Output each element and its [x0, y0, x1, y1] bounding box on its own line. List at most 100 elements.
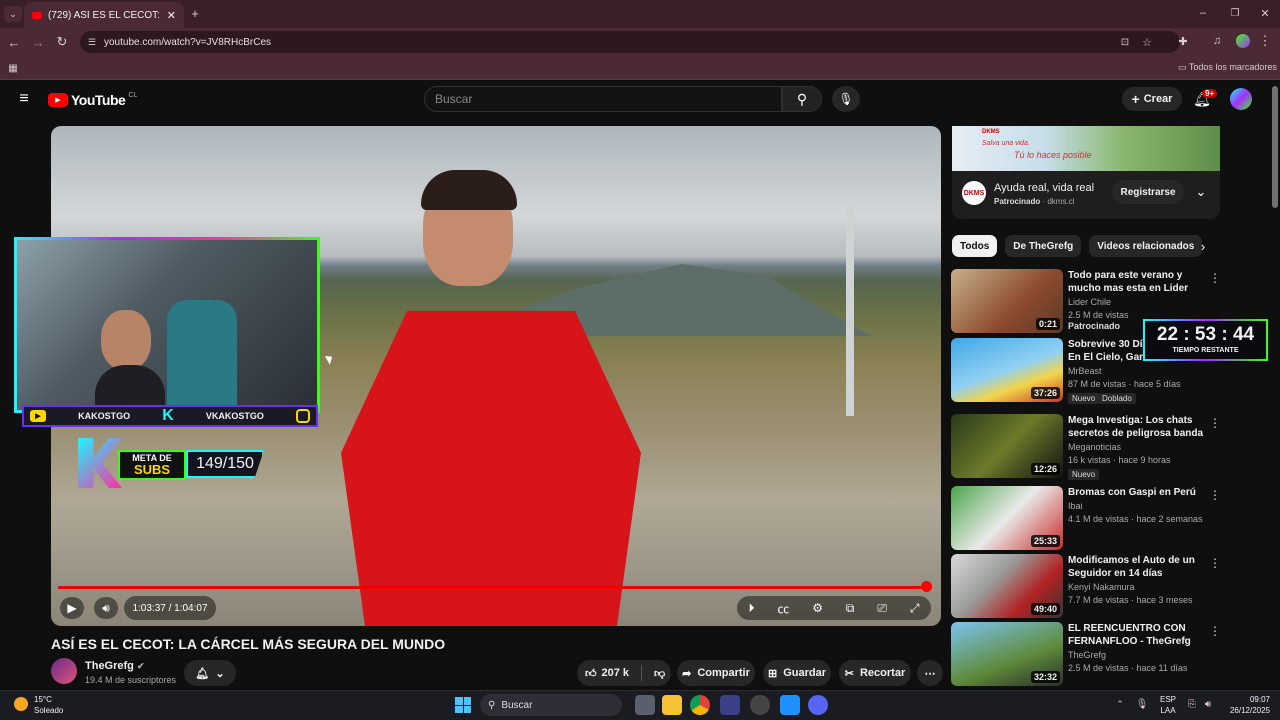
volume-button[interactable]: 🔊︎	[94, 597, 118, 619]
youtube-social-icon: ▶	[30, 410, 46, 422]
settings-gear-icon[interactable]: ⚙	[812, 601, 823, 615]
recommendation-item[interactable]: 32:32 EL REENCUENTRO CON FERNANFLOO - Th…	[951, 622, 1221, 686]
weather-sun-icon[interactable]	[14, 697, 28, 711]
site-info-icon[interactable]: ☰	[86, 35, 98, 49]
restore-icon[interactable]: ❐	[1228, 6, 1242, 20]
taskbar-search[interactable]: ⚲ Buscar	[480, 694, 622, 716]
recommendation-channel[interactable]: MrBeast	[1068, 366, 1102, 376]
subtitles-icon[interactable]: ㏄	[777, 600, 789, 617]
search-button[interactable]: ⚲	[782, 86, 822, 112]
more-actions-button[interactable]: ⋯	[917, 660, 943, 686]
share-button[interactable]: ➦ Compartir	[677, 660, 755, 686]
voice-search-button[interactable]: 🎙︎	[832, 86, 860, 112]
start-button[interactable]	[455, 697, 471, 713]
facebook-icon[interactable]	[780, 695, 800, 715]
channel-name-row[interactable]: TheGrefg ✔	[85, 660, 145, 672]
recommendation-title[interactable]: Bromas con Gaspi en Perú	[1068, 486, 1208, 499]
recommendation-title[interactable]: EL REENCUENTRO CON FERNANFLOO - TheGrefg	[1068, 622, 1208, 648]
video-thumbnail[interactable]: 12:26	[951, 414, 1063, 478]
ad-register-button[interactable]: Registrarse	[1112, 180, 1184, 204]
tab-list-icon[interactable]: ⌄	[4, 6, 22, 22]
tray-mic-icon[interactable]: 🎙︎	[1136, 697, 1149, 711]
chip-videos-relacionados[interactable]: Videos relacionados	[1089, 235, 1203, 257]
account-avatar[interactable]	[1230, 88, 1252, 110]
chrome-icon[interactable]	[690, 695, 710, 715]
task-view-icon[interactable]	[635, 695, 655, 715]
close-window-icon[interactable]: ✕	[1258, 6, 1272, 20]
progress-scrubber[interactable]	[921, 581, 932, 592]
install-app-icon[interactable]: ⊡	[1118, 35, 1132, 49]
apps-grid-icon[interactable]: ▦	[6, 61, 20, 75]
video-thumbnail[interactable]: 49:40	[951, 554, 1063, 618]
recommendation-title[interactable]: Mega Investiga: Los chats secretos de pe…	[1068, 414, 1208, 440]
ad-expand-chevron-icon[interactable]: ⌄	[1194, 184, 1208, 200]
more-vertical-icon[interactable]: ⋮	[1209, 271, 1221, 285]
chip-de-thegrefg[interactable]: De TheGrefg	[1005, 235, 1082, 257]
chips-next-icon[interactable]: ›	[1196, 239, 1210, 254]
recommendation-channel[interactable]: TheGrefg	[1068, 650, 1106, 660]
recommendation-channel[interactable]: Meganoticias	[1068, 442, 1121, 452]
browser-tab[interactable]: (729) ASÍ ES EL CECOT: LA CÁRC ✕	[24, 2, 184, 28]
address-bar[interactable]: ☰ youtube.com/watch?v=JV8RHcBrCes ⊡ ☆	[80, 31, 1180, 53]
video-thumbnail[interactable]: 37:26	[951, 338, 1063, 402]
minimize-icon[interactable]: –	[1196, 6, 1210, 20]
recommendation-title[interactable]: Modificamos el Auto de un Seguidor en 14…	[1068, 554, 1208, 580]
extensions-icon[interactable]: ✚	[1176, 34, 1190, 48]
browser-menu-icon[interactable]: ⋮	[1258, 33, 1272, 48]
weather-widget[interactable]: 15°C Soleado	[34, 694, 63, 716]
miniplayer-icon[interactable]: ⧉	[846, 601, 855, 616]
file-explorer-icon[interactable]	[662, 695, 682, 715]
subscribed-button[interactable]: 🔔︎ ⌄	[184, 660, 236, 686]
close-tab-icon[interactable]: ✕	[167, 9, 176, 22]
recommendation-channel[interactable]: Kenyi Nakamura	[1068, 582, 1135, 592]
profile-avatar[interactable]	[1236, 34, 1250, 48]
recommendation-item[interactable]: 25:33 Bromas con Gaspi en Perú Ibai 4.1 …	[951, 486, 1221, 550]
recommendation-title[interactable]: Todo para este verano y mucho mas esta e…	[1068, 269, 1208, 295]
network-icon[interactable]: ⎘	[1186, 697, 1198, 711]
speaker-icon[interactable]: 🔊︎	[1202, 697, 1214, 711]
more-vertical-icon[interactable]: ⋮	[1209, 488, 1221, 502]
new-tab-icon[interactable]: +	[188, 6, 202, 21]
video-thumbnail[interactable]: 32:32	[951, 622, 1063, 686]
recommendation-item[interactable]: 49:40 Modificamos el Auto de un Seguidor…	[951, 554, 1221, 618]
youtube-logo[interactable]: ▶ YouTube CL	[48, 92, 137, 108]
more-vertical-icon[interactable]: ⋮	[1209, 556, 1221, 570]
create-button[interactable]: + Crear	[1122, 87, 1182, 111]
fullscreen-icon[interactable]: ⤢	[910, 601, 920, 616]
page-scrollbar[interactable]	[1272, 86, 1278, 208]
autoplay-toggle-icon[interactable]: ⏵	[748, 601, 754, 616]
recommendation-channel[interactable]: Ibai	[1068, 501, 1083, 511]
tray-expand-icon[interactable]: ⌃	[1114, 697, 1126, 711]
forward-icon[interactable]: →	[30, 35, 46, 50]
menu-hamburger-icon[interactable]: ≡	[14, 90, 34, 107]
channel-avatar[interactable]	[51, 658, 77, 684]
bookmark-star-icon[interactable]: ☆	[1140, 35, 1154, 49]
more-vertical-icon[interactable]: ⋮	[1209, 416, 1221, 430]
video-thumbnail[interactable]: 25:33	[951, 486, 1063, 550]
search-input[interactable]: Buscar	[424, 86, 782, 112]
language-indicator[interactable]: ESP LAA	[1160, 694, 1176, 716]
media-control-icon[interactable]: ♫	[1210, 34, 1224, 48]
recommendation-channel[interactable]: Lider Chile	[1068, 297, 1111, 307]
back-icon[interactable]: ←	[6, 35, 22, 50]
clip-button[interactable]: ✂ Recortar	[839, 660, 911, 686]
ad-banner-image[interactable]: DKMS Salva una vida. Tú lo haces posible	[952, 126, 1220, 171]
cast-icon[interactable]: ⎚	[877, 601, 887, 616]
app-icon[interactable]	[720, 695, 740, 715]
share-label: Compartir	[697, 667, 750, 679]
steam-icon[interactable]	[750, 695, 770, 715]
more-vertical-icon[interactable]: ⋮	[1209, 624, 1221, 638]
clock[interactable]: 09:07 26/12/2025	[1220, 694, 1270, 716]
discord-icon[interactable]	[808, 695, 828, 715]
reload-icon[interactable]: ↻	[54, 34, 70, 49]
save-button[interactable]: ⊞ Guardar	[763, 660, 831, 686]
video-thumbnail[interactable]: 0:21	[951, 269, 1063, 333]
all-bookmarks-link[interactable]: ▭ Todos los marcadores	[1178, 62, 1277, 73]
play-button[interactable]: ▶	[60, 597, 84, 619]
progress-fill	[58, 586, 932, 589]
dislike-button[interactable]: 👎︎	[654, 667, 665, 680]
chip-todos[interactable]: Todos	[952, 235, 998, 257]
like-button[interactable]: 👍︎ 207 k	[585, 667, 629, 680]
plus-icon: +	[1131, 91, 1140, 107]
recommendation-item[interactable]: 12:26 Mega Investiga: Los chats secretos…	[951, 414, 1221, 480]
